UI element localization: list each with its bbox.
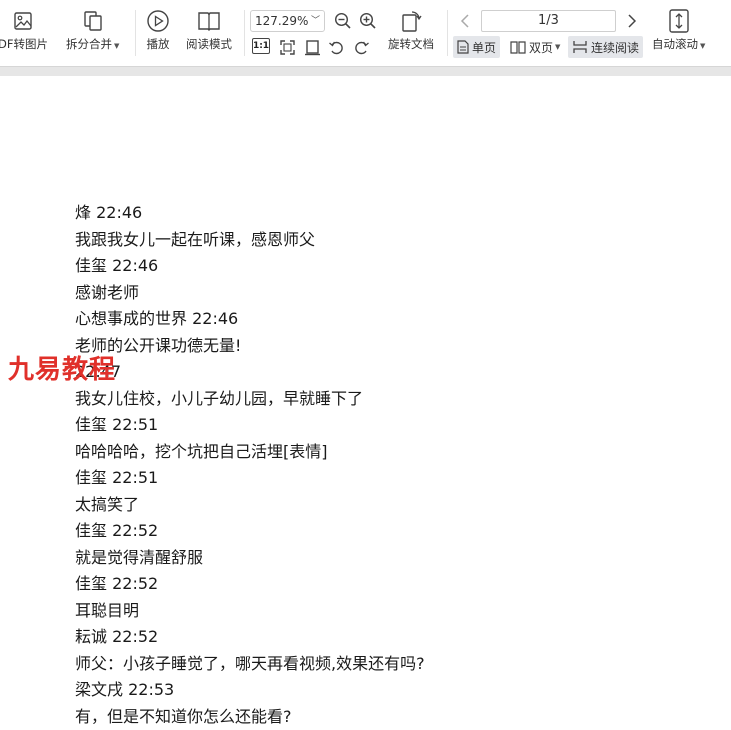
image-icon: [10, 8, 36, 34]
double-page-icon: [510, 41, 526, 54]
pdf-to-image-label: DF转图片: [0, 37, 48, 51]
chevron-down-icon: ▼: [114, 42, 120, 50]
chat-line: 耳聪目明: [75, 600, 140, 620]
auto-scroll-button[interactable]: 自动滚动 ▼: [652, 8, 705, 51]
chat-line: 哈哈哈哈，挖个坑把自己活埋[表情]: [75, 441, 328, 461]
divider: [244, 10, 245, 56]
next-page-icon[interactable]: [622, 10, 642, 32]
book-icon: [196, 8, 222, 34]
chat-line: 佳玺 22:52: [75, 521, 159, 540]
double-page-label: 双页: [529, 40, 554, 55]
zoom-out-icon[interactable]: [333, 11, 353, 31]
rotate-right-icon[interactable]: [351, 37, 371, 57]
fit-page-icon[interactable]: [277, 37, 297, 57]
auto-scroll-label: 自动滚动: [652, 37, 698, 51]
play-icon: [145, 8, 171, 34]
single-page-icon: [457, 40, 469, 54]
chat-line: 老师的公开课功德无量!: [75, 335, 242, 355]
chat-line: 心想事成的世界 22:46: [75, 309, 239, 328]
split-merge-icon: [80, 8, 106, 34]
chevron-down-icon: ▼: [555, 43, 561, 51]
reading-mode-label: 阅读模式: [186, 37, 232, 51]
chat-line: 佳玺 22:51: [75, 415, 159, 434]
continuous-reading-label: 连续阅读: [591, 40, 640, 55]
chat-line: 我女儿住校，小儿子幼儿园，早就睡下了: [75, 388, 364, 408]
document-page-text: 烽 22:46 我跟我女儿一起在听课，感恩师父 佳玺 22:46 感谢老师心想事成的世…: [75, 200, 695, 730]
single-page-button[interactable]: 单页: [453, 36, 501, 58]
rotate-doc-icon: [398, 8, 424, 34]
zoom-level: 127.29%: [255, 14, 309, 28]
divider: [447, 10, 448, 56]
zoom-select[interactable]: 127.29% ﹀: [250, 10, 325, 32]
chat-line: 感谢老师: [75, 282, 140, 302]
divider: [135, 10, 136, 56]
chat-line: 太搞笑了: [75, 494, 140, 514]
reading-mode-button[interactable]: 阅读模式: [186, 8, 232, 51]
chat-line: 22:47: [75, 362, 122, 381]
chat-line: 梁文戌 22:53: [75, 680, 175, 699]
fit-width-icon[interactable]: [302, 37, 322, 57]
actual-size-button[interactable]: 1:1: [252, 38, 270, 54]
zoom-in-icon[interactable]: [358, 11, 378, 31]
actual-size-label: 1:1: [252, 41, 270, 51]
rotate-doc-button[interactable]: 旋转文档: [388, 8, 434, 51]
single-page-label: 单页: [472, 40, 497, 55]
toolbar: DF转图片 拆分合并 ▼ 播放 阅读模式 127.29% ﹀ 1:1 旋转文档 …: [0, 0, 731, 66]
double-page-button[interactable]: 双页 ▼: [506, 36, 564, 58]
chat-line: 佳玺 22:46: [75, 256, 159, 275]
previous-page-icon[interactable]: [455, 10, 475, 32]
toolbar-border: [0, 66, 731, 76]
auto-scroll-icon: [666, 8, 692, 34]
chat-line: 有，但是不知道你怎么还能看?: [75, 706, 292, 726]
chat-line: 师父：小孩子睡觉了，哪天再看视频,效果还有吗?: [75, 653, 425, 673]
chat-line: 佳玺 22:52: [75, 574, 159, 593]
chevron-down-icon: ﹀: [310, 16, 320, 26]
play-label: 播放: [146, 37, 170, 51]
watermark: 九易教程: [8, 355, 117, 385]
chat-line: 我跟我女儿一起在听课，感恩师父: [75, 229, 316, 249]
pdf-to-image-button[interactable]: DF转图片: [0, 8, 48, 51]
chat-line: 就是觉得清醒舒服: [75, 547, 204, 567]
continuous-reading-button[interactable]: 连续阅读: [568, 36, 644, 58]
chevron-down-icon: ▼: [700, 42, 706, 50]
rotate-doc-label: 旋转文档: [388, 37, 434, 51]
page-indicator: 1/3: [538, 13, 559, 28]
play-button[interactable]: 播放: [145, 8, 171, 51]
split-merge-label: 拆分合并: [66, 37, 112, 51]
chat-line: 烽 22:46: [75, 203, 143, 222]
continuous-icon: [573, 41, 587, 53]
page-number-input[interactable]: 1/3: [481, 10, 616, 32]
chat-line: 耘诚 22:52: [75, 627, 159, 646]
split-merge-button[interactable]: 拆分合并 ▼: [66, 8, 119, 51]
chat-line: 佳玺 22:51: [75, 468, 159, 487]
rotate-left-icon[interactable]: [326, 37, 346, 57]
